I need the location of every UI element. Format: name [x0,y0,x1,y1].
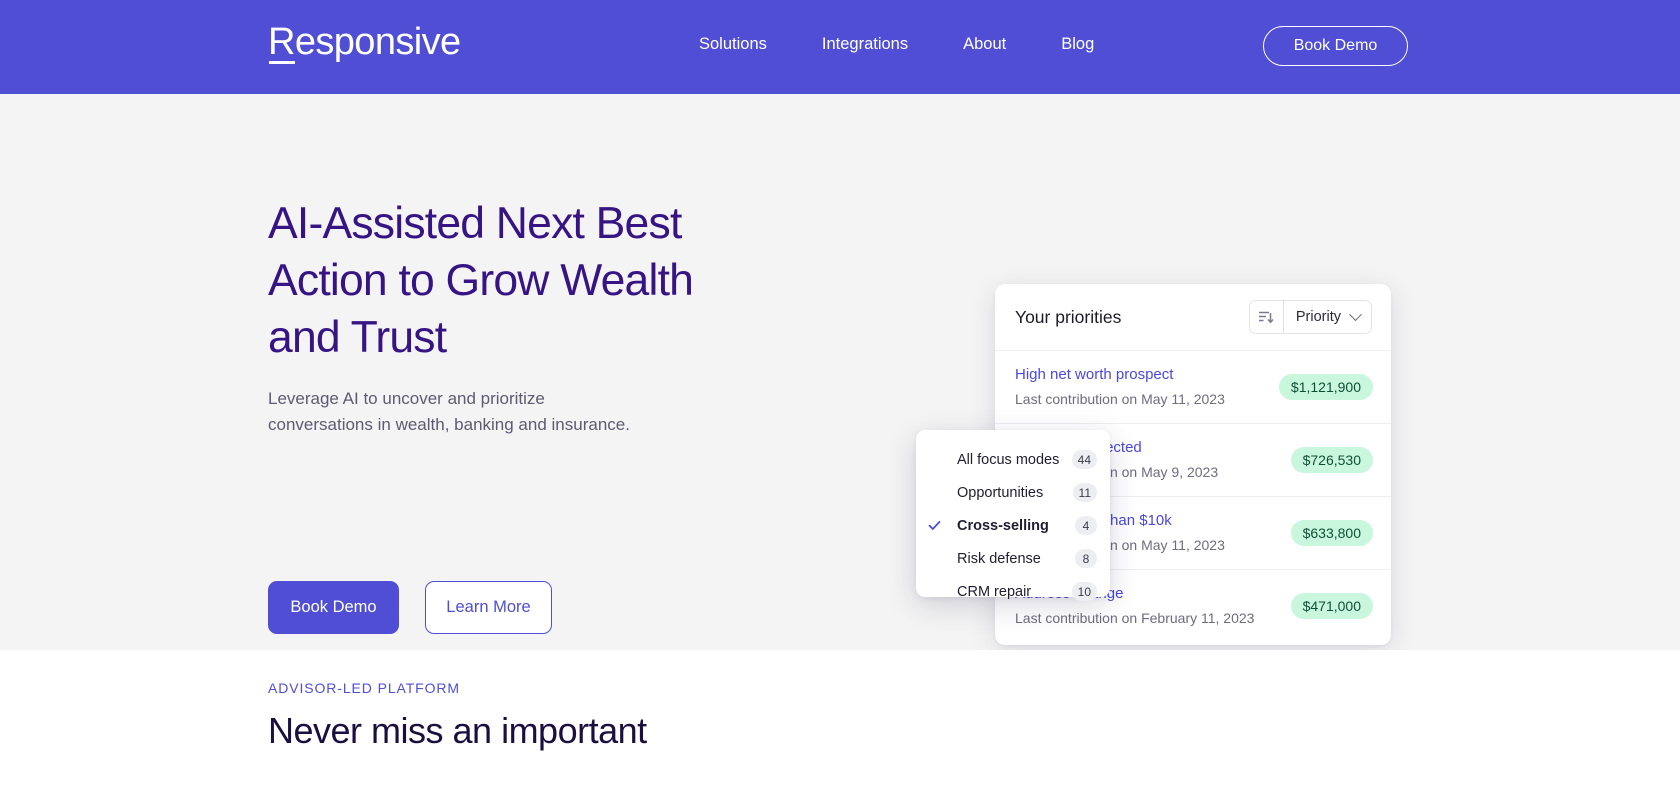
hero-button-group: Book Demo Learn More [268,581,552,634]
hero-title: AI-Assisted Next Best Action to Grow Wea… [268,199,694,362]
priority-row-amount-badge: $471,000 [1290,593,1373,619]
header-book-demo-button[interactable]: Book Demo [1263,26,1408,66]
sort-descending-icon[interactable] [1249,301,1284,333]
nav-item-about[interactable]: About [963,33,1006,55]
table-row[interactable]: High net worth prospect Last contributio… [995,350,1391,423]
priorities-card-controls: Priority [1248,300,1372,334]
section-eyebrow: ADVISOR-LED PLATFORM [268,680,460,696]
hero-book-demo-button[interactable]: Book Demo [268,581,399,634]
main-navigation: Solutions Integrations About Blog [699,33,1094,55]
priority-row-subtitle: Last contribution on February 11, 2023 [1015,610,1255,626]
menu-item-opportunities[interactable]: Opportunities 11 [916,476,1110,509]
menu-item-crm-repair[interactable]: CRM repair 10 [916,575,1110,608]
menu-item-count: 44 [1071,450,1097,469]
menu-item-count: 10 [1071,582,1097,601]
focus-mode-dropdown-menu: All focus modes 44 Opportunities 11 Cros… [916,430,1110,601]
priority-sort-value: Priority [1295,309,1341,325]
hero-subtitle: Leverage AI to uncover and prioritize co… [268,389,630,434]
priority-sort-select[interactable]: Priority [1283,301,1371,333]
site-header: Responsive Solutions Integrations About … [0,0,1680,94]
priorities-card-title: Your priorities [1015,306,1122,327]
nav-item-solutions[interactable]: Solutions [699,33,767,55]
menu-item-cross-selling[interactable]: Cross-selling 4 [916,509,1110,542]
priority-row-subtitle: Last contribution on May 11, 2023 [1015,391,1225,407]
menu-item-count: 4 [1075,516,1097,535]
menu-item-label: Opportunities [957,484,1044,501]
priorities-card-header: Your priorities Priority [995,284,1391,350]
menu-item-label: Risk defense [957,550,1041,567]
nav-item-blog[interactable]: Blog [1061,33,1094,55]
page-root: Responsive Solutions Integrations About … [0,0,1680,791]
nav-item-integrations[interactable]: Integrations [822,33,908,55]
menu-item-count: 8 [1075,549,1097,568]
logo-text: Responsive [268,21,461,63]
hero-learn-more-button[interactable]: Learn More [425,581,552,634]
chevron-down-icon [1349,307,1362,321]
section-title: Never miss an important [268,710,647,751]
hero-section: AI-Assisted Next Best Action to Grow Wea… [0,94,1680,650]
priority-row-title[interactable]: High net worth prospect [1015,366,1225,384]
advisor-platform-section: ADVISOR-LED PLATFORM Never miss an impor… [0,650,1680,791]
logo-underline-accent [269,61,295,64]
logo[interactable]: Responsive [268,20,461,64]
menu-item-all-focus-modes[interactable]: All focus modes 44 [916,443,1110,476]
menu-item-label: Cross-selling [957,517,1049,534]
menu-item-risk-defense[interactable]: Risk defense 8 [916,542,1110,575]
priority-row-amount-badge: $1,121,900 [1278,374,1373,400]
priority-row-amount-badge: $726,530 [1290,447,1373,473]
menu-item-label: CRM repair [957,583,1032,600]
check-icon [928,519,941,532]
priority-row-amount-badge: $633,800 [1290,520,1373,546]
menu-item-label: All focus modes [957,451,1060,468]
menu-item-count: 11 [1072,483,1097,502]
